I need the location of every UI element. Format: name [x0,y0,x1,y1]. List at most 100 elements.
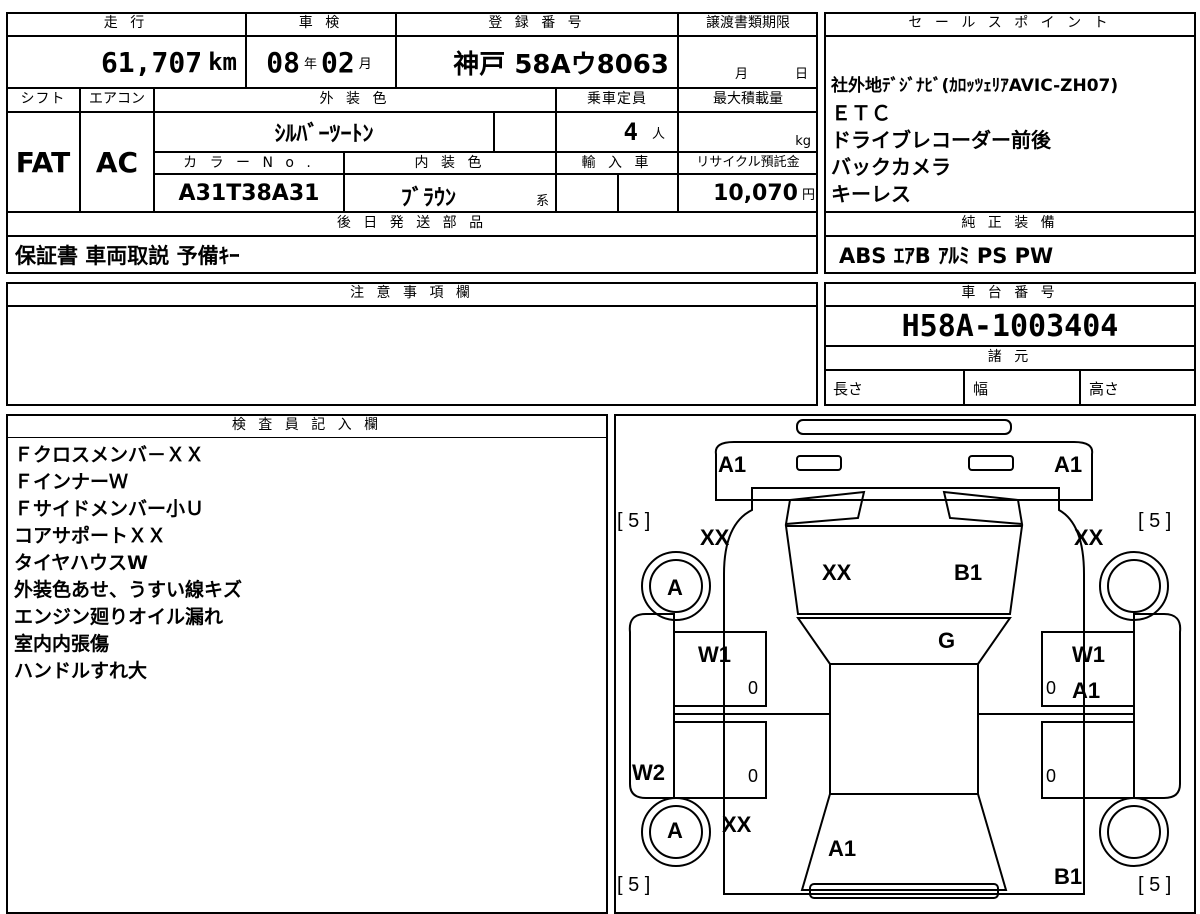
recycle-value: 10,070 円 [678,174,818,212]
inspector-line: ＦインナーＷ [14,471,129,493]
width-label: 幅 [964,370,1080,406]
chassis-number: H58A-1003404 [824,306,1196,346]
caution-body [6,306,818,406]
sales-point-line: ＥＴＣ [831,101,891,125]
standard-equipment-value: ABS ｴｱB ｱﾙﾐ PS PW [824,236,1196,274]
import-header: 輸 入 車 [556,152,678,174]
shaken-value: 08 年 02 月 [246,36,396,88]
capacity-value: 4 人 [556,112,678,152]
registration-number: 神戸 58Aウ8063 [453,49,669,80]
wheel-rear-right [1099,797,1169,867]
wheel-front-right [1099,551,1169,621]
label-fender-rl: XX [722,812,752,837]
shaken-year-unit: 年 [303,56,317,72]
label-tire-rl: [ 5 ] [617,874,651,896]
registration-value: 神戸 58Aウ8063 [396,36,678,88]
wheel-front-right-inner [1107,559,1161,613]
registration-header: 登 録 番 号 [396,12,678,36]
sales-points-header: セ ー ル ス ポ イ ン ト [824,12,1196,36]
label-tire-fl: [ 5 ] [617,510,651,532]
label-windshield: G [938,628,956,653]
shaken-month: 02 [321,45,355,79]
inspector-line: 室内内張傷 [14,633,110,655]
inspector-line: Ｆクロスメンバ－ＸＸ [14,444,205,466]
mileage-header: 走 行 [6,12,246,36]
label-door-fl: W1 [698,642,731,667]
height-label: 高さ [1080,370,1196,406]
inspector-line: タイヤハウスW [14,552,149,574]
standard-equipment-header: 純 正 装 備 [824,212,1196,236]
body-outline [723,487,1085,895]
exterior-color-extra [494,112,556,152]
shaken-month-unit: 月 [358,56,372,72]
exterior-color-header: 外 装 色 [154,88,556,112]
label-zero-4: 0 [1046,766,1057,786]
chassis-header: 車 台 番 号 [824,282,1196,306]
shaken-header: 車 検 [246,12,396,36]
max-load-header: 最大積載量 [678,88,818,112]
aircon-header: エアコン [80,88,154,112]
label-front-right: A1 [1054,452,1083,477]
headlight-left [796,455,842,471]
capacity-number: 4 [623,118,638,146]
transfer-deadline-value: 月 日 [678,36,818,88]
grille-left [784,490,866,526]
label-hood-right: B1 [954,560,983,585]
sales-point-line: バックカメラ [831,155,951,179]
label-tire-fr: [ 5 ] [1138,510,1172,532]
transfer-month-unit: 月 [735,67,749,82]
label-zero-3: 0 [748,766,759,786]
wheel-rear-right-inner [1107,805,1161,859]
later-parts-value: 保証書 車両取説 予備ｷｰ [6,236,818,274]
caution-header: 注 意 事 項 欄 [6,282,818,306]
sales-point-line: 社外地ﾃﾞｼﾞﾅﾋﾞ(ｶﾛｯﾂｪﾘｱAVIC-ZH07) [831,76,1119,96]
recycle-unit: 円 [801,187,815,203]
label-zero-1: 0 [748,678,759,698]
side-right [1133,613,1182,799]
front-bumper-bar [796,419,1012,435]
sales-point-line: キーレス [831,182,911,206]
label-rear-right: B1 [1054,864,1083,889]
shift-value: FAT [6,112,80,212]
mileage-number: 61,707 [100,45,203,79]
inspector-line: コアサポートＸＸ [14,525,167,547]
sales-point-line: ドライブレコーダー前後 [831,128,1051,152]
import-value-a [556,174,618,212]
interior-color-value: ﾌﾞﾗｳﾝ 系 [344,174,556,212]
label-door-fr: W1 [1072,642,1105,667]
import-value-b [618,174,678,212]
shaken-year: 08 [266,45,300,79]
front-bumper [714,441,1094,501]
label-trunk: A1 [828,836,857,861]
interior-color-header: 内 装 色 [344,152,556,174]
mileage-value: 61,707 km [6,36,246,88]
interior-color-text: ﾌﾞﾗｳﾝ [401,186,457,211]
label-zero-2: 0 [1046,678,1057,698]
headlight-right [968,455,1014,471]
label-door-rl: W2 [632,760,665,785]
label-wheel-fl: A [667,575,683,600]
mileage-unit: km [208,48,237,76]
transfer-deadline-header: 譲渡書類期限 [678,12,818,36]
length-label: 長さ [824,370,964,406]
inspector-header: 検 査 員 記 入 欄 [6,414,608,438]
roof [829,663,979,795]
inspector-line: ハンドルすれ大 [14,660,148,682]
later-parts-header: 後 日 発 送 部 品 [6,212,818,236]
label-fender-fr: XX [1074,525,1104,550]
inspector-line: Ｆサイドメンバー小Ｕ [14,498,205,520]
label-hood-left: XX [822,560,852,585]
inspector-line: エンジン廻りオイル漏れ [14,606,224,628]
label-front-left: A1 [718,452,747,477]
specs-header: 諸 元 [824,346,1196,370]
recycle-number: 10,070 [713,180,798,206]
grille-right [942,490,1024,526]
recycle-header: リサイクル預託金 [678,152,818,174]
windshield [796,617,1012,665]
capacity-header: 乗車定員 [556,88,678,112]
color-no-value: A31T38A31 [154,174,344,212]
aircon-value: AC [80,112,154,212]
label-fender-fl: XX [700,525,730,550]
label-tire-rr: [ 5 ] [1138,874,1172,896]
transfer-day-unit: 日 [795,67,809,82]
